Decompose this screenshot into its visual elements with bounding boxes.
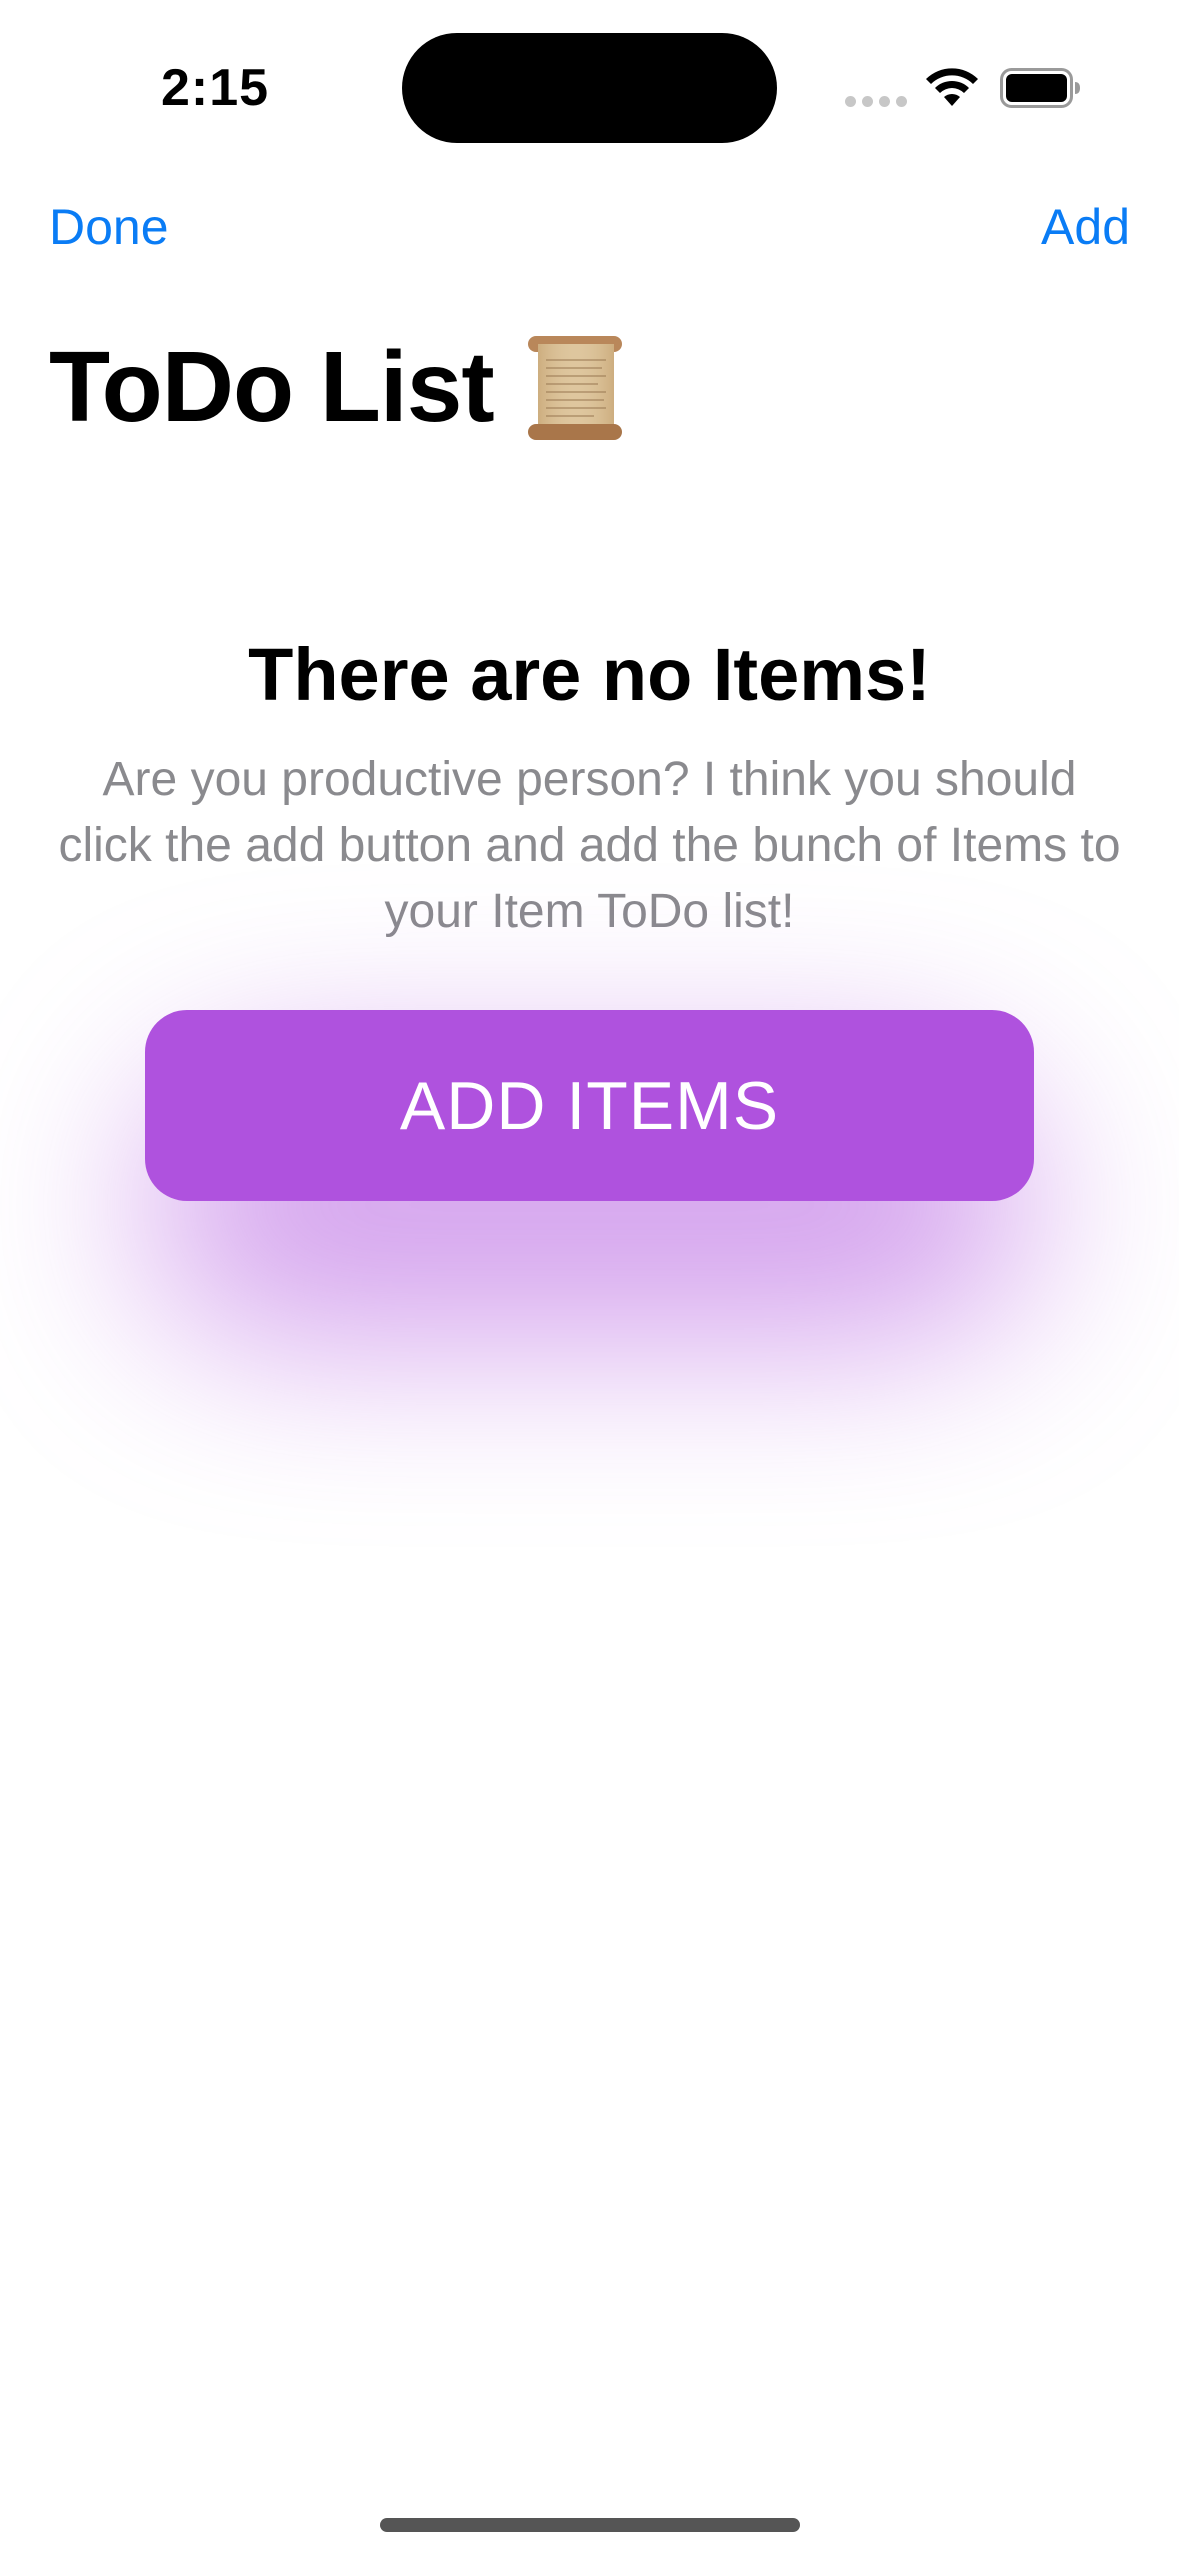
empty-state: There are no Items! Are you productive p… [0, 625, 1179, 945]
status-bar: 2:15 [0, 0, 1179, 170]
home-indicator[interactable] [380, 2518, 800, 2532]
empty-state-title: There are no Items! [248, 633, 931, 716]
dynamic-island [402, 33, 777, 143]
scroll-icon [527, 335, 622, 440]
page-title-text: ToDo List [49, 331, 495, 443]
add-items-button[interactable]: ADD ITEMS [145, 1010, 1034, 1201]
page-title: ToDo List [49, 330, 626, 445]
cellular-signal-icon [845, 96, 907, 107]
navigation-bar: Done Add [0, 190, 1179, 270]
status-time: 2:15 [160, 59, 270, 117]
empty-state-message: Are you productive person? I think you s… [58, 753, 1121, 938]
done-button[interactable]: Done [49, 198, 169, 256]
battery-icon [1000, 68, 1080, 108]
wifi-icon [926, 68, 978, 106]
add-button[interactable]: Add [1041, 198, 1130, 256]
